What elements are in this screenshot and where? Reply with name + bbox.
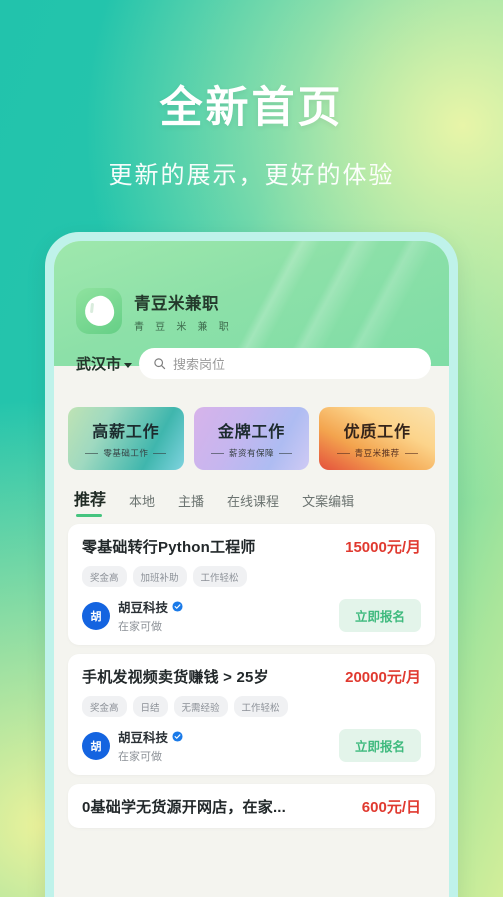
job-tags: 奖金高 日结 无需经验 工作轻松 bbox=[82, 696, 421, 717]
job-title: 0基础学无货源开网店，在家... bbox=[82, 799, 287, 816]
job-title: 手机发视频卖货赚钱 > 25岁 bbox=[82, 669, 269, 686]
job-footer: 胡 胡豆科技 在家可做 立即报名 bbox=[82, 727, 421, 764]
job-salary: 20000元/月 bbox=[345, 669, 421, 686]
tab-local[interactable]: 本地 bbox=[129, 491, 155, 518]
brand-row: 青豆米兼职 青 豆 米 兼 职 bbox=[54, 275, 449, 334]
phone-screen: 13:56 HD HD bbox=[54, 241, 449, 897]
tab-copywriting[interactable]: 文案编辑 bbox=[302, 491, 354, 518]
job-footer: 胡 胡豆科技 在家可做 立即报名 bbox=[82, 597, 421, 634]
verified-badge-icon bbox=[172, 731, 183, 742]
bean-logo-icon bbox=[76, 288, 122, 334]
search-icon bbox=[154, 358, 166, 370]
job-card[interactable]: 零基础转行Python工程师 15000元/月 奖金高 加班补助 工作轻松 胡 bbox=[68, 524, 435, 645]
app-name: 青豆米兼职 bbox=[134, 294, 219, 313]
search-placeholder: 搜索岗位 bbox=[173, 357, 226, 372]
job-tag: 加班补助 bbox=[132, 566, 187, 587]
promo-subheadline: 更新的展示，更好的体验 bbox=[108, 162, 395, 190]
job-tag: 奖金高 bbox=[82, 566, 127, 587]
company-name-row: 胡豆科技 bbox=[118, 727, 183, 746]
job-tag: 无需经验 bbox=[173, 696, 228, 717]
job-tag: 工作轻松 bbox=[192, 566, 247, 587]
apply-button[interactable]: 立即报名 bbox=[338, 599, 421, 632]
job-header: 0基础学无货源开网店，在家... 600元/日 bbox=[82, 796, 421, 817]
category-tabs: 推荐 本地 主播 在线课程 文案编辑 bbox=[68, 470, 435, 518]
chevron-down-icon bbox=[124, 362, 133, 368]
job-header: 零基础转行Python工程师 15000元/月 bbox=[82, 536, 421, 557]
verified-badge-icon bbox=[172, 601, 183, 612]
app-header: 青豆米兼职 青 豆 米 兼 职 武汉市 搜索岗位 高薪工作 零基础工作 金牌工作… bbox=[54, 241, 449, 828]
search-row: 武汉市 搜索岗位 bbox=[54, 334, 449, 379]
company-info[interactable]: 胡 胡豆科技 在家可做 bbox=[82, 727, 183, 764]
city-label: 武汉市 bbox=[76, 356, 122, 373]
brand-text: 青豆米兼职 青 豆 米 兼 职 bbox=[134, 290, 233, 333]
category-title: 金牌工作 bbox=[217, 424, 286, 441]
job-header: 手机发视频卖货赚钱 > 25岁 20000元/月 bbox=[82, 666, 421, 687]
category-subtitle: 青豆米推荐 bbox=[337, 447, 418, 459]
job-location: 在家可做 bbox=[118, 751, 162, 763]
avatar: 胡 bbox=[82, 731, 110, 760]
job-salary: 600元/日 bbox=[361, 799, 421, 816]
job-tag: 工作轻松 bbox=[233, 696, 288, 717]
search-input[interactable]: 搜索岗位 bbox=[139, 348, 431, 379]
company-name: 胡豆科技 bbox=[118, 601, 169, 615]
category-cards: 高薪工作 零基础工作 金牌工作 薪资有保障 优质工作 青豆米推荐 bbox=[68, 407, 436, 470]
promo-banner: 全新首页 更新的展示，更好的体验 13:56 HD bbox=[0, 0, 503, 897]
category-subtitle: 薪资有保障 bbox=[211, 447, 292, 459]
job-tag: 奖金高 bbox=[82, 696, 127, 717]
category-card-gold[interactable]: 金牌工作 薪资有保障 bbox=[193, 407, 310, 470]
tab-anchor[interactable]: 主播 bbox=[178, 491, 204, 518]
app-tagline: 青 豆 米 兼 职 bbox=[134, 321, 233, 333]
category-subtitle: 零基础工作 bbox=[85, 447, 166, 459]
category-title: 高薪工作 bbox=[92, 424, 160, 441]
company-info[interactable]: 胡 胡豆科技 在家可做 bbox=[82, 597, 183, 634]
promo-text-block: 全新首页 更新的展示，更好的体验 bbox=[0, 84, 503, 190]
job-card[interactable]: 0基础学无货源开网店，在家... 600元/日 bbox=[68, 784, 435, 828]
phone-mockup: 13:56 HD HD bbox=[45, 232, 458, 897]
tab-online-course[interactable]: 在线课程 bbox=[227, 491, 279, 518]
tab-recommend[interactable]: 推荐 bbox=[74, 486, 106, 518]
content-sheet: 高薪工作 零基础工作 金牌工作 薪资有保障 优质工作 青豆米推荐 推荐 本地 主… bbox=[54, 393, 449, 828]
category-card-quality[interactable]: 优质工作 青豆米推荐 bbox=[319, 407, 436, 470]
job-tag: 日结 bbox=[132, 696, 168, 717]
job-salary: 15000元/月 bbox=[345, 539, 421, 556]
company-name: 胡豆科技 bbox=[118, 731, 169, 745]
job-tags: 奖金高 加班补助 工作轻松 bbox=[82, 566, 421, 587]
apply-button[interactable]: 立即报名 bbox=[338, 729, 421, 762]
job-location: 在家可做 bbox=[118, 621, 162, 633]
category-card-high-salary[interactable]: 高薪工作 零基础工作 bbox=[68, 407, 184, 470]
company-name-row: 胡豆科技 bbox=[118, 597, 183, 616]
city-selector[interactable]: 武汉市 bbox=[76, 353, 133, 374]
job-title: 零基础转行Python工程师 bbox=[82, 539, 256, 556]
job-list: 零基础转行Python工程师 15000元/月 奖金高 加班补助 工作轻松 胡 bbox=[68, 518, 435, 828]
avatar: 胡 bbox=[82, 601, 110, 630]
category-title: 优质工作 bbox=[343, 424, 411, 441]
promo-headline: 全新首页 bbox=[159, 84, 344, 132]
job-card[interactable]: 手机发视频卖货赚钱 > 25岁 20000元/月 奖金高 日结 无需经验 工作轻… bbox=[68, 654, 435, 775]
